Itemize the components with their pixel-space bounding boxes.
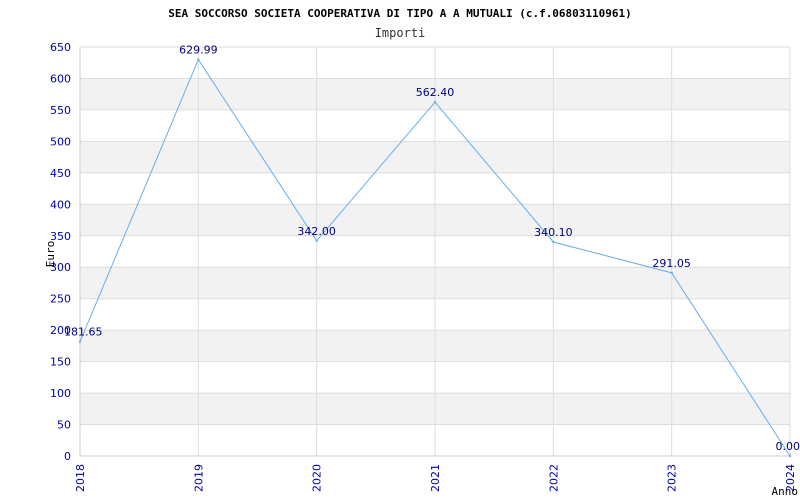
data-point — [670, 271, 673, 275]
data-point — [78, 340, 82, 343]
x-tick-label: 2022 — [547, 464, 560, 492]
x-tick-labels: 2018 2019 2020 2021 2022 2023 2024 — [74, 464, 797, 492]
data-point — [197, 58, 200, 61]
y-tick-label: 600 — [50, 72, 71, 85]
data-point — [552, 240, 555, 244]
x-tick-label: 2023 — [666, 464, 679, 492]
y-tick-label: 100 — [50, 387, 71, 400]
data-label: 340.10 — [534, 226, 573, 239]
y-tick-label: 500 — [50, 135, 71, 148]
data-point — [433, 100, 437, 104]
x-tick-label: 2018 — [74, 464, 87, 492]
data-label: 562.40 — [416, 86, 455, 99]
data-label: 0.00 — [776, 440, 800, 453]
line-chart: SEA SOCCORSO SOCIETA COOPERATIVA DI TIPO… — [44, 7, 800, 498]
x-tick-label: 2021 — [429, 464, 442, 492]
data-label: 291.05 — [652, 257, 691, 270]
y-tick-label: 250 — [50, 293, 71, 306]
x-tick-label: 2020 — [311, 464, 324, 492]
data-label: 342.00 — [297, 225, 336, 238]
y-tick-label: 400 — [50, 198, 71, 211]
data-label: 629.99 — [179, 44, 218, 57]
y-tick-label: 150 — [50, 356, 71, 369]
y-tick-label: 50 — [57, 419, 71, 432]
y-tick-label: 650 — [50, 41, 71, 54]
y-tick-label: 450 — [50, 167, 71, 180]
chart-title: SEA SOCCORSO SOCIETA COOPERATIVA DI TIPO… — [168, 7, 632, 20]
data-label: 181.65 — [64, 326, 103, 339]
data-point — [315, 239, 318, 243]
y-tick-label: 550 — [50, 104, 71, 117]
chart-subtitle: Importi — [375, 26, 426, 40]
data-point — [788, 454, 792, 458]
x-axis-label: Anno — [772, 485, 799, 498]
y-tick-label: 0 — [64, 450, 71, 463]
x-tick-label: 2019 — [192, 464, 205, 492]
y-axis-label: Euro — [44, 241, 57, 268]
